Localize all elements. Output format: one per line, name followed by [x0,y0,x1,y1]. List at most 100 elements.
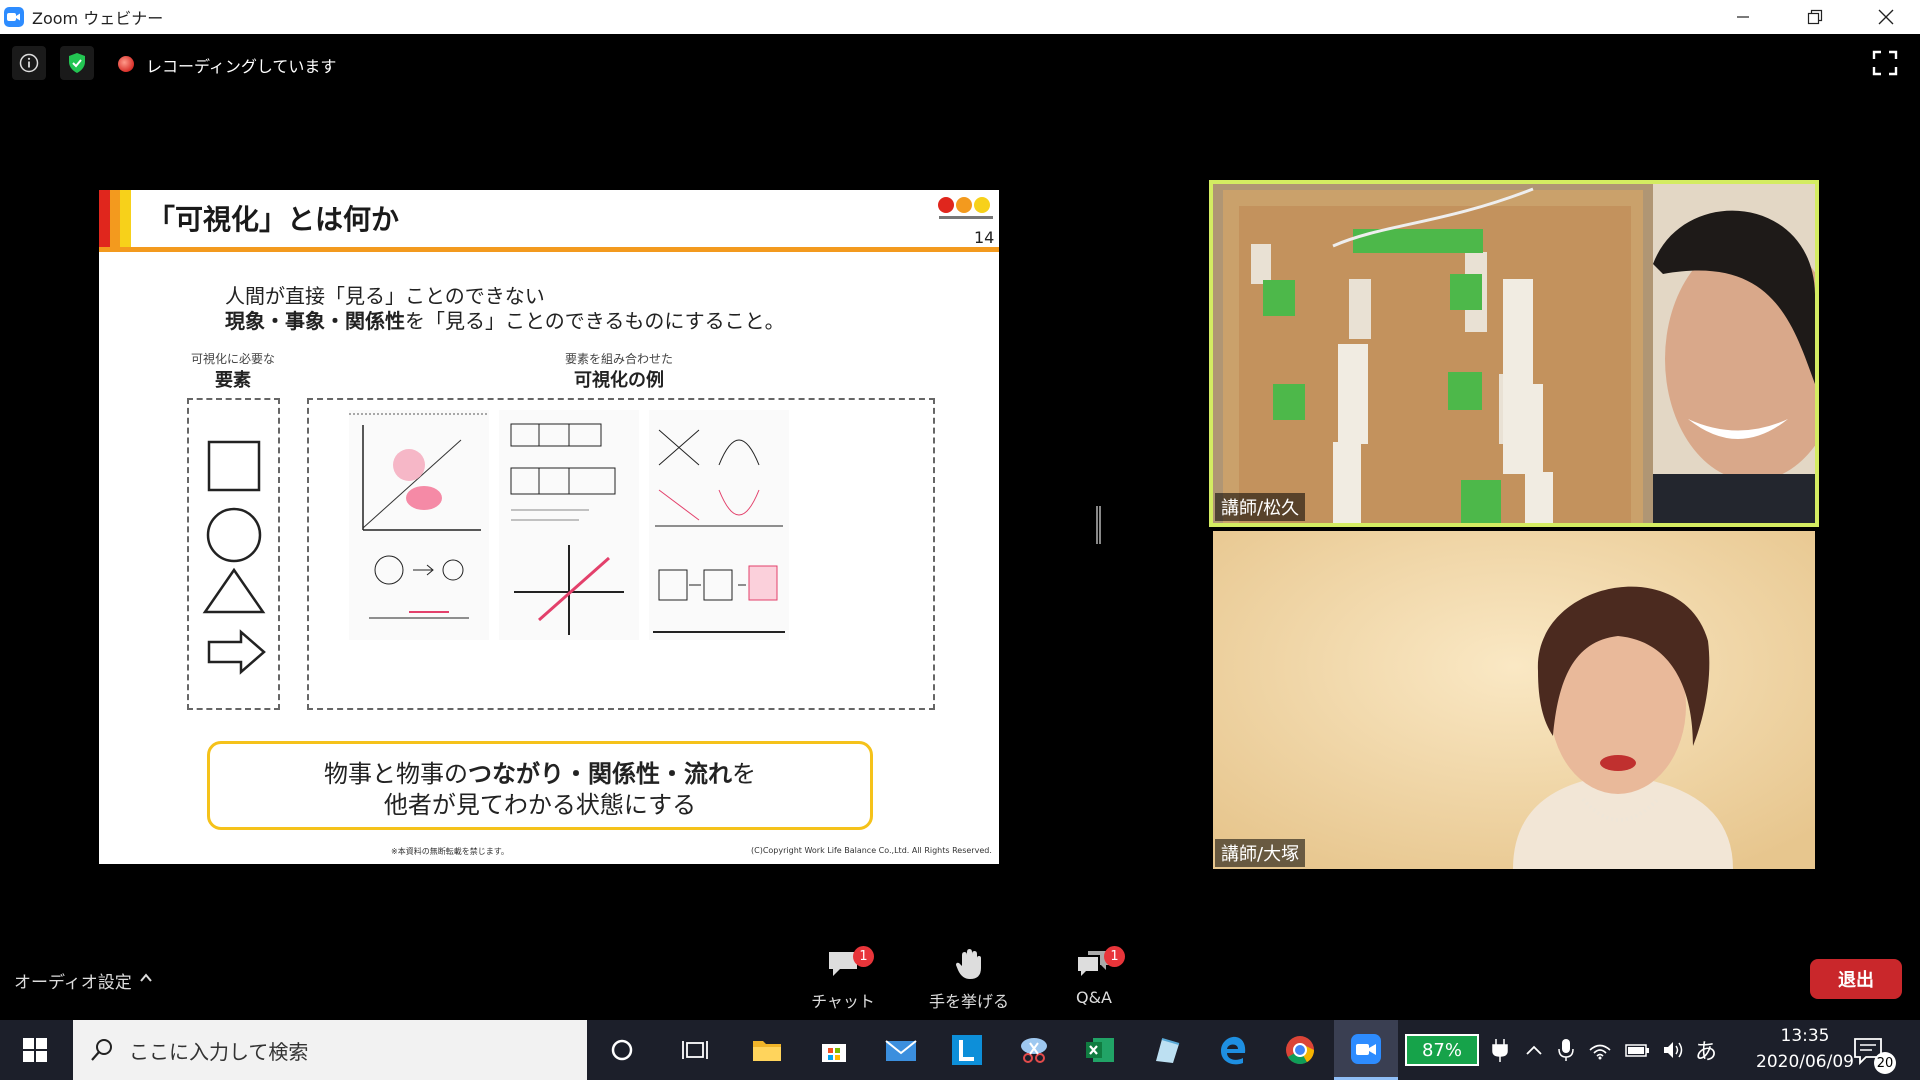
task-view-button[interactable] [663,1020,727,1080]
slide-page-number: 14 [974,228,995,247]
scissors-icon [1021,1038,1047,1063]
search-placeholder: ここに入力して検索 [129,1039,309,1064]
volume-icon[interactable] [1660,1036,1688,1064]
audio-settings-button[interactable]: オーディオ設定 [14,968,132,993]
taskbar-search-box[interactable]: ここに入力して検索 [73,1020,587,1080]
file-explorer-button[interactable] [735,1020,799,1080]
mail-button[interactable] [869,1020,933,1080]
microphone-icon[interactable] [1552,1036,1580,1064]
key-message-line-2: 他者が見てわかる状態にする [383,791,697,819]
slide-footer-copyright: (C)Copyright Work Life Balance Co.,Ltd. … [751,846,992,855]
triangle-shape-icon [202,567,266,614]
close-button[interactable] [1857,0,1914,34]
video-tile-active-speaker[interactable]: 講師/松久 [1209,180,1819,527]
recording-indicator-icon [118,56,134,72]
store-icon [822,1044,846,1062]
title-bar: Zoom ウェビナー [0,0,1920,34]
hand-icon [949,946,989,982]
excel-button[interactable] [1068,1020,1132,1080]
edge-icon [1221,1036,1246,1065]
participant-name-tag: 講師/松久 [1215,493,1306,521]
chat-button[interactable]: 1 チャット [793,946,893,1012]
qa-button[interactable]: 1 Q&A [1044,946,1144,1012]
show-hidden-icons-icon[interactable] [1520,1036,1548,1064]
slide-intro-line-2: 現象・事象・関係性を「見る」ことのできるものにすること。 [225,305,785,334]
presentation-slide: 「可視化」とは何か 14 人間が直接「見る」ことのできない 現象・事象・関係性を… [99,190,999,864]
meeting-info-button[interactable] [12,46,46,80]
battery-icon[interactable] [1624,1036,1652,1064]
cortana-icon [611,1039,633,1061]
video-tile-participant[interactable]: 講師/大塚 [1213,531,1815,869]
start-button[interactable] [0,1020,70,1080]
qa-badge: 1 [1104,946,1125,967]
wifi-icon[interactable] [1586,1036,1614,1064]
examples-caption-title: 可視化の例 [574,370,664,391]
chrome-icon [1286,1036,1314,1064]
task-view-icon [682,1041,708,1059]
lync-app-button[interactable] [935,1020,999,1080]
chevron-up-icon[interactable] [140,972,152,984]
slide-footer-note: ※本資料の無断転載を禁じます。 [391,847,509,856]
circle-shape-icon [206,507,262,563]
msg-bold-text: つながり・関係性・流れ [468,760,732,788]
sketch-flow-example [349,540,489,640]
zoom-webinar-window: Zoom ウェビナー レコーディングしています 「可視化」とは何か 14 人間が… [0,0,1920,1080]
slide-accent-bars [99,190,131,247]
restore-icon [1807,9,1822,25]
slide-title-underline [99,247,999,252]
key-message-line-1: 物事と物事のつながり・関係性・流れを [210,754,870,789]
slide-title: 「可視化」とは何か [147,203,400,236]
shield-check-icon [69,53,85,73]
edge-button[interactable] [1201,1020,1265,1080]
l-app-icon [952,1035,982,1065]
battery-indicator[interactable]: 87% [1405,1034,1479,1066]
clock-time[interactable]: 13:35 [1750,1026,1860,1046]
windows-taskbar: ここに入力して検索 87% あ 13:35 2020/06/09 20 [0,1020,1920,1080]
leave-button[interactable]: 退出 [1810,959,1902,999]
cortana-button[interactable] [590,1020,654,1080]
windows-logo-icon [23,1038,47,1062]
excel-icon [1086,1038,1114,1062]
power-plug-icon[interactable] [1486,1036,1514,1064]
minimize-button[interactable] [1714,0,1771,34]
store-button[interactable] [802,1020,866,1080]
folder-icon [753,1041,781,1061]
split-view-resize-handle[interactable] [1096,506,1101,544]
minimize-icon [1736,16,1749,18]
ime-indicator[interactable]: あ [1695,1034,1717,1066]
wlb-logo-icon [937,194,995,222]
notification-count-badge: 20 [1874,1052,1896,1074]
video-feed-image [1213,531,1815,869]
raise-hand-button[interactable]: 手を挙げる [919,946,1019,1012]
restore-button[interactable] [1786,0,1843,34]
sketch-grid-example [499,410,639,540]
participant-name-tag: 講師/大塚 [1215,839,1306,867]
window-title: Zoom ウェビナー [32,9,164,28]
zoom-taskbar-button[interactable] [1334,1020,1398,1080]
snipping-tool-button[interactable] [1002,1020,1066,1080]
msg-pre-text: 物事と物事の [324,760,468,788]
fullscreen-button[interactable] [1872,50,1898,76]
zoom-icon [1351,1033,1381,1064]
examples-panel [307,398,935,710]
intro-bold-text: 現象・事象・関係性 [225,309,405,333]
intro-rest-text: を「見る」ことのできるものにすること。 [405,309,785,333]
chrome-button[interactable] [1268,1020,1332,1080]
raise-hand-label: 手を挙げる [928,992,1009,1011]
notes-app-button[interactable] [1135,1020,1199,1080]
recording-status: レコーディングしています [146,57,337,76]
elements-panel [187,398,280,710]
search-icon [91,1039,112,1061]
mail-icon [885,1040,917,1061]
encryption-button[interactable] [60,46,94,80]
close-icon [1878,9,1893,25]
qa-label: Q&A [1075,988,1112,1007]
video-feed-image [1213,184,1815,523]
info-icon [19,53,39,73]
msg-post-text: を [732,760,756,788]
chat-label: チャット [811,992,875,1011]
sketch-quadrant-example [349,410,489,540]
fullscreen-icon [1872,50,1898,76]
chat-badge: 1 [853,946,874,967]
sketch-steps-example [649,540,789,640]
